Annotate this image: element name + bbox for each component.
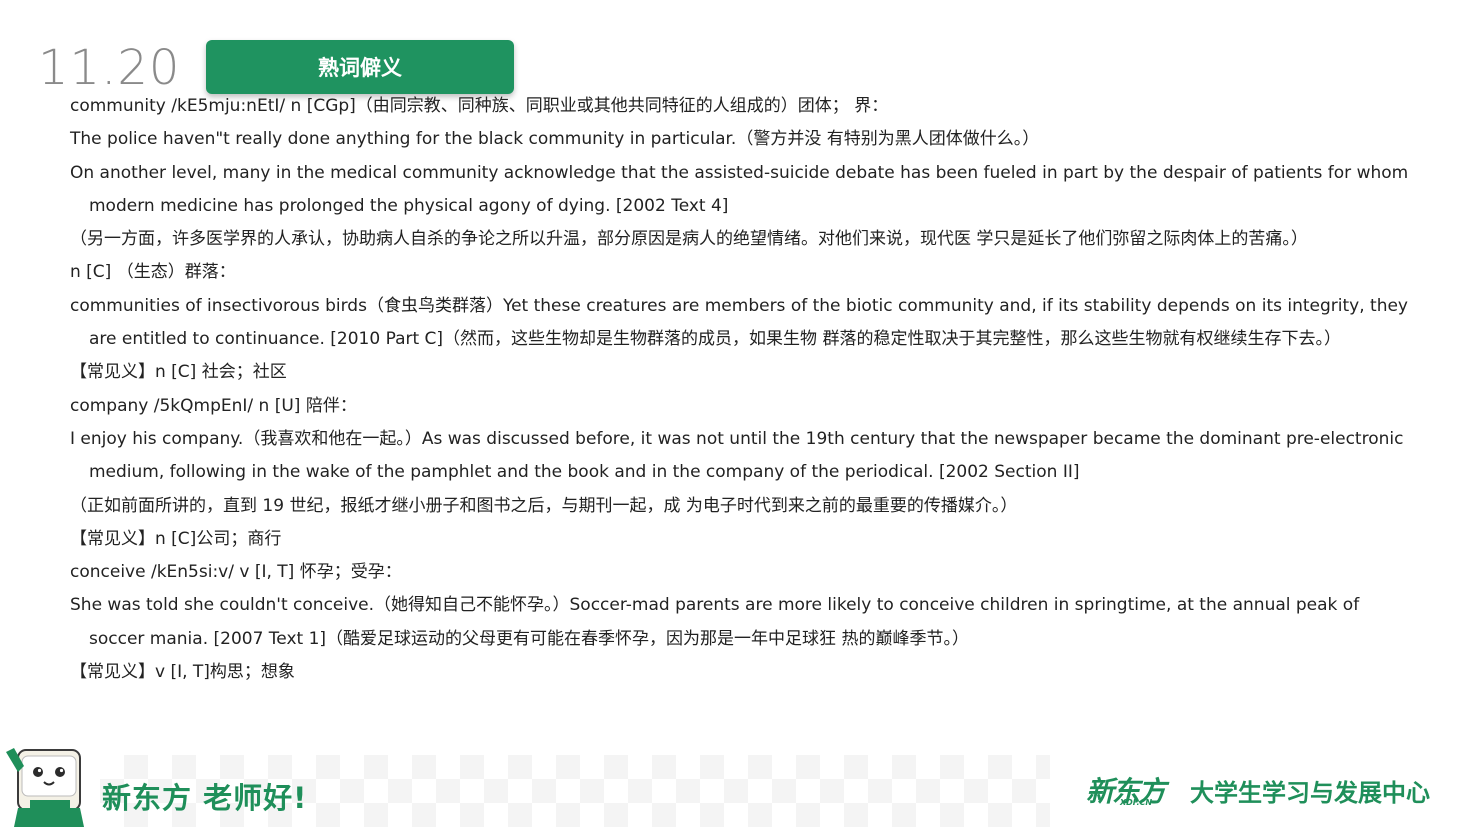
text-line: （另一方面，许多医学界的人承认，协助病人自杀的争论之所以升温，部分原因是病人的绝…	[70, 229, 1308, 250]
text-line: 【常见义】n [C]公司；商行	[70, 528, 282, 549]
text-line: On another level, many in the medical co…	[70, 162, 1409, 216]
logo-sub-text: XDF.CN	[1120, 798, 1153, 807]
book-mascot-icon	[6, 748, 84, 827]
text-line: 【常见义】n [C] 社会；社区	[70, 362, 287, 383]
text-line: 【常见义】v [I, T]构思；想象	[70, 662, 295, 683]
text-line: I enjoy his company.（我喜欢和他在一起。）As was di…	[70, 428, 1404, 483]
text-line: community /kE5mju:nEtI/ n [CGp]（由同宗教、同种族…	[70, 96, 889, 116]
text-line: conceive /kEn5si:v/ v [I, T] 怀孕；受孕：	[70, 562, 402, 583]
center-name: 大学生学习与发展中心	[1190, 778, 1430, 807]
text-line: （正如前面所讲的，直到 19 世纪，报纸才继小册子和图书之后，与期刊一起，成 为…	[70, 495, 1018, 516]
vocabulary-content: community /kE5mju:nEtI/ n [CGp]（由同宗教、同种族…	[70, 90, 1415, 689]
section-title-badge: 熟词僻义	[206, 40, 514, 94]
date-label: 11.20	[38, 40, 181, 96]
xdf-logo-icon: 新东方 XDF.CN	[1086, 770, 1178, 810]
text-line: n [C] （生态）群落：	[70, 262, 236, 283]
brand-logo: 新东方 XDF.CN 大学生学习与发展中心	[1086, 770, 1430, 810]
text-line: The police haven"t really done anything …	[70, 129, 1040, 150]
text-line: She was told she couldn't conceive.（她得知自…	[70, 595, 1360, 649]
text-line: company /5kQmpEnI/ n [U] 陪伴：	[70, 395, 357, 416]
slogan-text: 新东方 老师好!	[102, 781, 308, 815]
text-line: communities of insectivorous birds（食虫鸟类群…	[70, 295, 1408, 350]
